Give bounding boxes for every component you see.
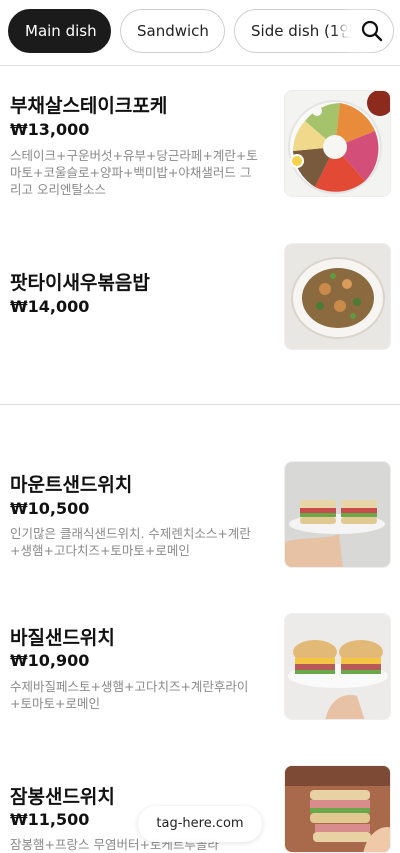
item-description: 스테이크+구운버섯+유부+당근라페+계란+토마토+코울슬로+양파+백미밥+야채샐…	[10, 148, 258, 197]
item-photo	[284, 243, 391, 350]
item-photo	[284, 765, 391, 853]
item-name: 바질샌드위치	[10, 627, 115, 649]
item-price: ₩13,000	[10, 120, 90, 139]
item-name: 마운트샌드위치	[10, 474, 133, 496]
item-name: 부채살스테이크포케	[10, 95, 168, 117]
item-photo	[284, 90, 391, 197]
item-description: 수제바질페스토+생햄+고다치즈+계란후라이+토마토+로메인	[10, 679, 249, 711]
item-photo	[284, 613, 391, 720]
item-price: ₩10,500	[10, 499, 90, 518]
item-name: 잠봉샌드위치	[10, 786, 115, 808]
tag-here-link-button[interactable]: tag-here.com	[138, 806, 262, 842]
item-description: 인기많은 클래식샌드위치. 수제렌치소스+계란+생햄+고다치즈+토마토+로메인	[10, 526, 251, 558]
tab-sandwich[interactable]: Sandwich	[120, 9, 225, 53]
item-price: ₩11,500	[10, 810, 90, 829]
section-divider	[0, 404, 400, 405]
item-price: ₩14,000	[10, 297, 90, 316]
menu-item[interactable]: 부채살스테이크포케 ₩13,000 스테이크+구운버섯+유부+당근라페+계란+토…	[0, 66, 400, 226]
menu-item[interactable]: 마운트샌드위치 ₩10,500 인기많은 클래식샌드위치. 수제렌치소스+계란+…	[0, 440, 400, 590]
category-tab-bar: Main dish Sandwich Side dish (1인	[0, 0, 400, 66]
search-button[interactable]	[352, 11, 392, 51]
item-price: ₩10,900	[10, 651, 90, 670]
item-name: 팟타이새우볶음밥	[10, 272, 150, 294]
tab-main-dish[interactable]: Main dish	[8, 9, 111, 53]
item-photo	[284, 461, 391, 568]
menu-item[interactable]: 바질샌드위치 ₩10,900 수제바질페스토+생햄+고다치즈+계란후라이+토마토…	[0, 590, 400, 745]
search-icon	[361, 20, 383, 42]
menu-item[interactable]: 팟타이새우볶음밥 ₩14,000	[0, 226, 400, 404]
